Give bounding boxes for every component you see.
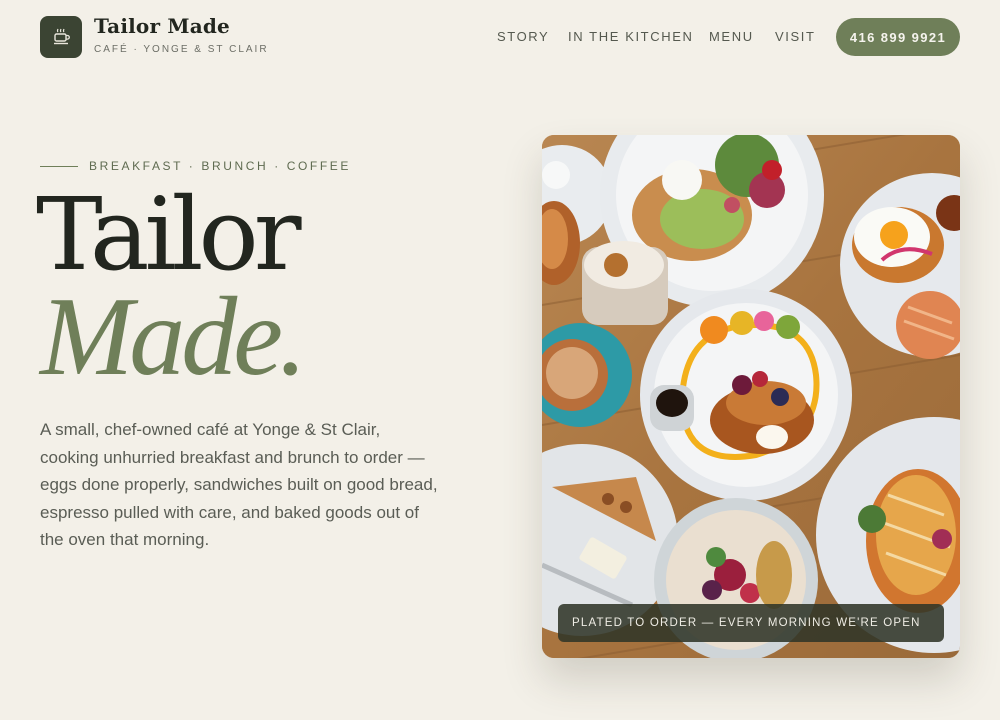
image-caption: PLATED TO ORDER — EVERY MORNING WE'RE OP… [558,604,944,642]
eyebrow-divider [40,166,78,167]
hero-eyebrow: BREAKFAST · BRUNCH · COFFEE [89,159,352,173]
coffee-cup-icon [54,28,70,45]
food-spread-illustration [542,135,960,658]
logo-badge[interactable] [40,16,82,58]
nav-in-the-kitchen[interactable]: IN THE KITCHEN [568,29,693,44]
nav-story[interactable]: STORY [497,29,549,44]
nav-visit[interactable]: VISIT [775,29,816,44]
brand-subtitle: CAFÉ · YONGE & ST CLAIR [94,44,269,55]
hero-title-line-2: Made. [40,275,307,399]
nav-menu[interactable]: MENU [709,29,754,44]
hero-intro: A small, chef-owned café at Yonge & St C… [40,420,438,550]
hero-food-photo: PLATED TO ORDER — EVERY MORNING WE'RE OP… [542,135,960,658]
hero-title-line-1: Tailor [36,176,302,293]
phone-button[interactable]: 416 899 9921 [836,18,960,56]
brand-name[interactable]: Tailor Made [94,14,230,38]
